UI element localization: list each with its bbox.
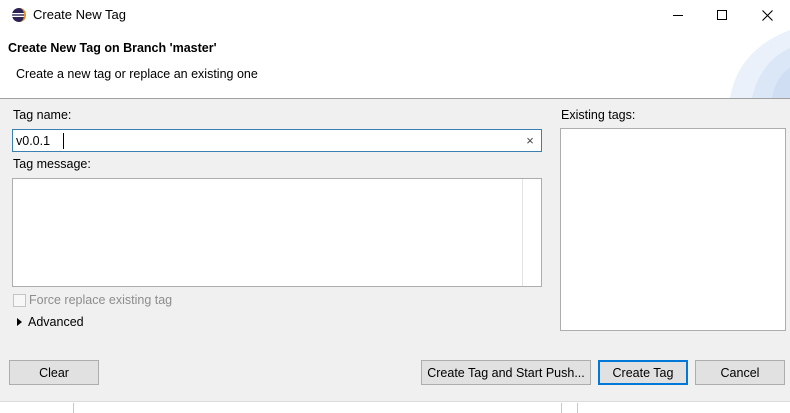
maximize-icon [717,10,727,20]
force-replace-checkbox[interactable] [13,294,26,307]
expand-arrow-icon[interactable] [17,318,22,326]
strip-divider [577,403,578,413]
strip-divider [73,403,74,413]
wizard-banner-graphic [730,30,790,98]
create-tag-button[interactable]: Create Tag [598,360,688,385]
dialog-header: Create New Tag on Branch 'master' Create… [0,30,790,98]
existing-tags-label: Existing tags: [561,108,636,122]
text-caret [63,133,64,149]
cancel-button[interactable]: Cancel [695,360,785,385]
title-bar: Create New Tag [0,0,790,30]
message-scrollbar[interactable] [522,179,541,286]
tag-name-input[interactable]: v0.0.1 × [12,129,542,152]
bottom-edge [0,401,790,413]
tag-message-label: Tag message: [13,157,91,171]
close-button[interactable] [744,0,790,30]
clear-button[interactable]: Clear [9,360,99,385]
existing-tags-list[interactable] [560,128,786,331]
tag-name-label: Tag name: [13,108,72,122]
window-title: Create New Tag [33,7,126,22]
header-description: Create a new tag or replace an existing … [16,67,258,81]
minimize-icon [673,15,683,16]
maximize-button[interactable] [699,0,745,30]
tag-name-value: v0.0.1 [16,134,51,148]
strip-divider [561,403,562,413]
close-icon [761,9,773,21]
minimize-button[interactable] [655,0,701,30]
tag-message-textarea[interactable] [12,178,542,287]
header-title: Create New Tag on Branch 'master' [8,41,217,55]
force-replace-label: Force replace existing tag [29,293,173,307]
create-tag-and-push-button[interactable]: Create Tag and Start Push... [421,360,591,385]
advanced-toggle[interactable]: Advanced [28,315,84,329]
eclipse-icon [12,8,26,22]
clear-text-icon[interactable]: × [523,134,537,148]
